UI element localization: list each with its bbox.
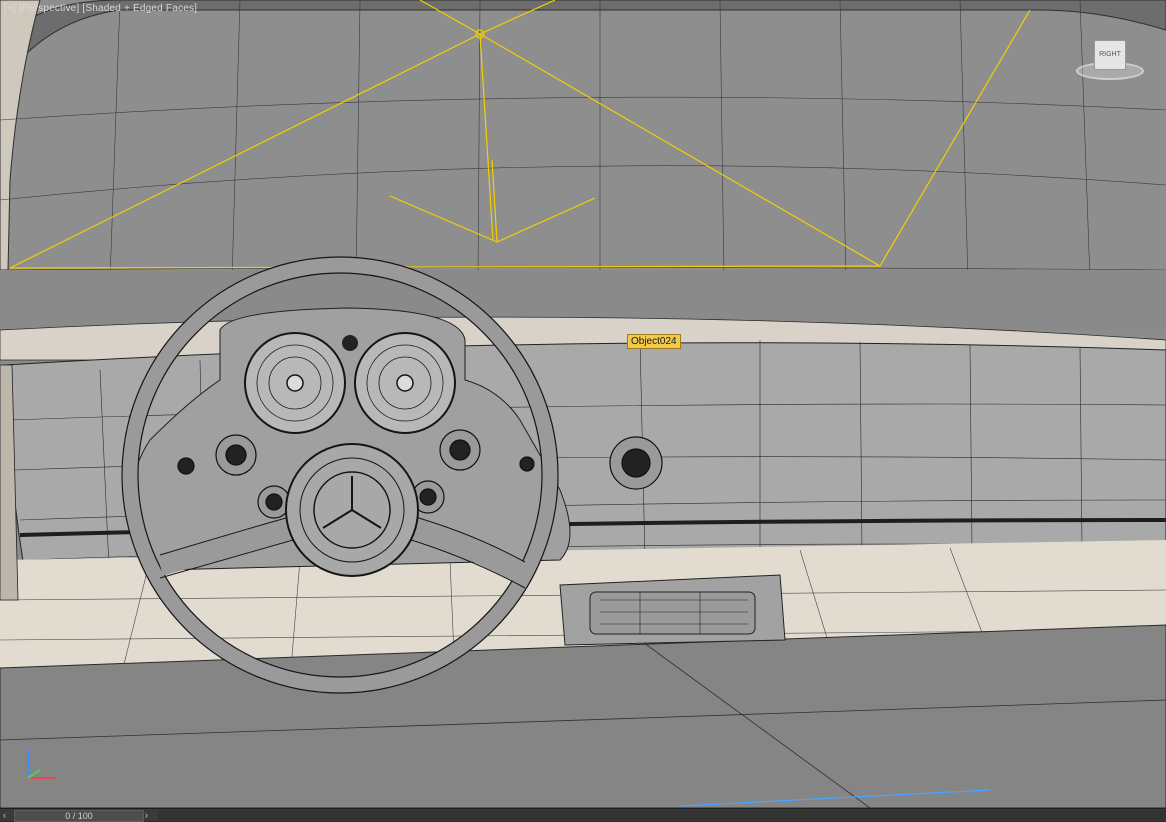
- chevron-right-icon[interactable]: ›: [145, 810, 154, 820]
- selected-object-tooltip: Object024: [627, 334, 681, 349]
- perspective-viewport[interactable]: [+] [Perspective] [Shaded + Edged Faces]…: [0, 0, 1166, 809]
- axis-tripod-icon: [27, 750, 56, 779]
- chevron-left-icon[interactable]: ‹: [3, 810, 12, 820]
- viewport-menu-plus[interactable]: [+]: [4, 3, 16, 14]
- scene-render: [0, 0, 1166, 808]
- viewport-label[interactable]: [+] [Perspective] [Shaded + Edged Faces]: [4, 3, 197, 14]
- time-slider-bar[interactable]: ‹ 0 / 100 ›: [0, 809, 1166, 822]
- viewport-shading-mode[interactable]: [Shaded + Edged Faces]: [82, 3, 197, 14]
- viewcube-face[interactable]: RIGHT: [1094, 40, 1126, 70]
- time-track[interactable]: [158, 810, 1166, 820]
- viewport-view-name[interactable]: [Perspective]: [19, 3, 79, 14]
- viewcube[interactable]: RIGHT: [1072, 36, 1144, 82]
- time-slider-thumb[interactable]: 0 / 100: [14, 810, 144, 822]
